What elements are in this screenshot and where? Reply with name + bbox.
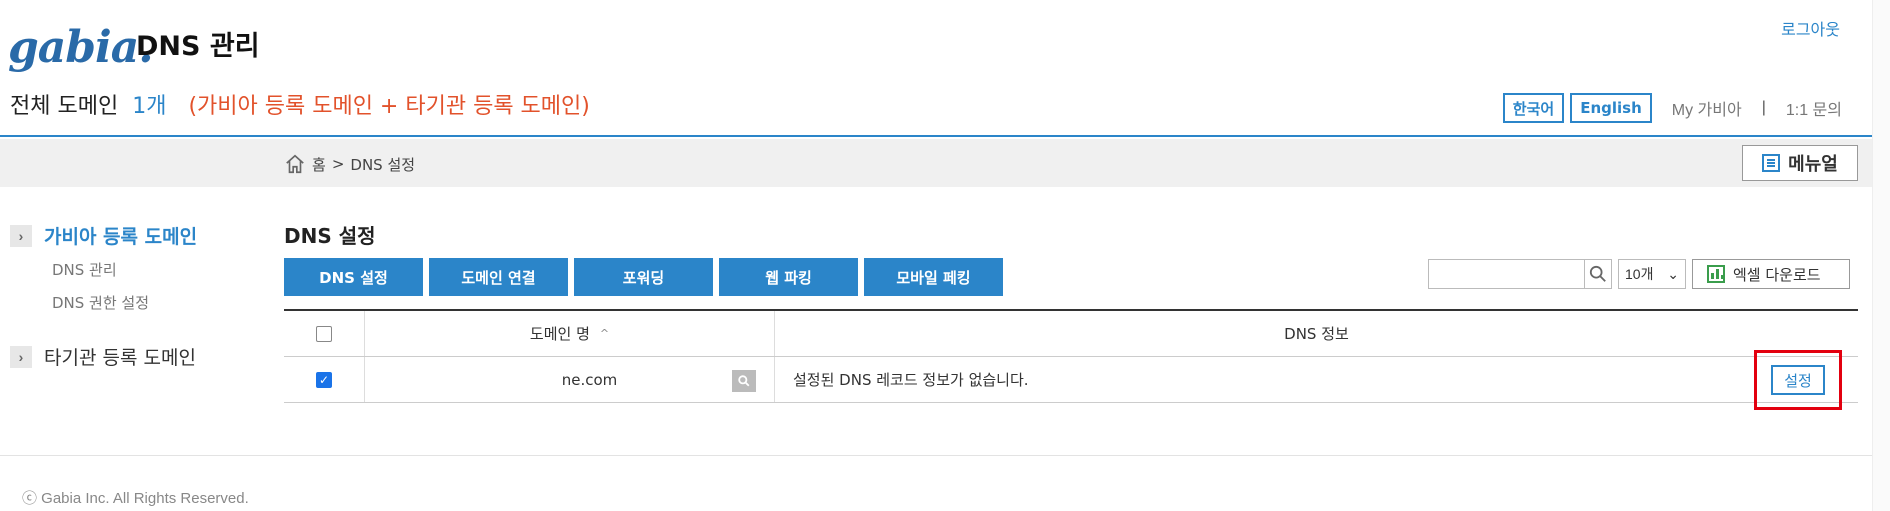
app-title: DNS 관리 [136, 31, 260, 62]
tab-web-parking[interactable]: 웹 파킹 [719, 258, 858, 296]
domain-search-button[interactable] [732, 370, 756, 392]
search-icon [738, 375, 750, 387]
breadcrumb: 홈 > DNS 설정 [284, 153, 415, 175]
table-header-row: 도메인 명 ^ DNS 정보 [284, 311, 1858, 357]
header-info-label: DNS 정보 [1284, 325, 1349, 343]
excel-download-label: 엑셀 다운로드 [1733, 265, 1821, 284]
page-size-value: 10개 [1625, 266, 1654, 282]
highlight-box: 설정 [1754, 350, 1842, 410]
nav-separator: | [1761, 99, 1766, 116]
tab-forwarding[interactable]: 포워딩 [574, 258, 713, 296]
header: gabia. DNS 관리 로그아웃 전체 도메인 1개 (가비아 등록 도메인… [0, 0, 1872, 137]
row-domain-cell: ne.com [365, 357, 775, 402]
domain-name[interactable]: ne.com [562, 371, 618, 389]
excel-icon [1707, 265, 1725, 283]
search-icon [1589, 265, 1606, 282]
chevron-right-icon: › [10, 224, 32, 247]
top-utility-nav: 한국어 English My 가비아 | 1:1 문의 [1502, 93, 1842, 123]
tab-domain-connect[interactable]: 도메인 연결 [429, 258, 568, 296]
domain-summary: 전체 도메인 1개 (가비아 등록 도메인 + 타기관 등록 도메인) [10, 88, 590, 120]
gabia-logo[interactable]: gabia. [8, 20, 154, 73]
sort-asc-icon: ^ [599, 327, 610, 340]
sidebar-item-dns-permission[interactable]: DNS 권한 설정 [52, 292, 250, 313]
breadcrumb-home[interactable]: 홈 [312, 154, 326, 175]
search-input[interactable] [1428, 259, 1584, 289]
page-title: DNS 설정 [284, 224, 376, 248]
logo-text: gabia. [8, 22, 154, 73]
domain-table: 도메인 명 ^ DNS 정보 ✓ ne.com 설정된 DNS 레코드 정보가 … [284, 309, 1858, 410]
breadcrumb-bar: 홈 > DNS 설정 메뉴얼 [0, 139, 1872, 187]
inquiry-link[interactable]: 1:1 문의 [1786, 96, 1842, 120]
summary-count: 1개 [132, 94, 167, 119]
excel-download-button[interactable]: 엑셀 다운로드 [1692, 259, 1850, 289]
page-size-select[interactable]: 10개 ⌄ [1618, 259, 1686, 289]
action-tabs: DNS 설정 도메인 연결 포워딩 웹 파킹 모바일 페킹 [284, 258, 1003, 296]
list-icon [1762, 154, 1781, 172]
sidebar-item-dns-manage[interactable]: DNS 관리 [52, 259, 250, 280]
summary-desc: (가비아 등록 도메인 + 타기관 등록 도메인) [188, 94, 590, 119]
sidebar-group-label: 타기관 등록 도메인 [44, 347, 196, 369]
home-icon[interactable] [284, 153, 306, 175]
manual-label: 메뉴얼 [1788, 154, 1838, 175]
page-scrollbar[interactable] [1872, 0, 1890, 511]
row-info-cell: 설정된 DNS 레코드 정보가 없습니다. 설정 [775, 350, 1858, 410]
dns-info-text: 설정된 DNS 레코드 정보가 없습니다. [793, 371, 1029, 389]
logout-link[interactable]: 로그아웃 [1781, 16, 1840, 40]
table-row: ✓ ne.com 설정된 DNS 레코드 정보가 없습니다. 설정 [284, 350, 1858, 410]
header-check-cell [284, 311, 365, 356]
breadcrumb-separator: > [331, 155, 345, 173]
sidebar-group-other[interactable]: › 타기관 등록 도메인 [10, 343, 250, 370]
my-gabia-link[interactable]: My 가비아 [1672, 96, 1742, 120]
lang-korean-button[interactable]: 한국어 [1502, 93, 1565, 123]
chevron-down-icon: ⌄ [1667, 265, 1679, 282]
table-tools: 10개 ⌄ 엑셀 다운로드 [1428, 259, 1850, 289]
header-domain-label: 도메인 명 [529, 325, 590, 343]
header-domain-cell[interactable]: 도메인 명 ^ [365, 311, 775, 356]
manual-button[interactable]: 메뉴얼 [1742, 145, 1858, 181]
row-check-cell: ✓ [284, 357, 365, 402]
sidebar-group-gabia[interactable]: › 가비아 등록 도메인 [10, 222, 250, 249]
search-button[interactable] [1584, 259, 1612, 289]
sidebar: › 가비아 등록 도메인 DNS 관리 DNS 권한 설정 › 타기관 등록 도… [10, 222, 250, 370]
dns-set-button[interactable]: 설정 [1771, 365, 1825, 395]
tab-dns-settings[interactable]: DNS 설정 [284, 258, 423, 296]
row-checkbox[interactable]: ✓ [316, 371, 332, 388]
breadcrumb-current: DNS 설정 [350, 155, 416, 174]
footer-copyright: ⓒ Gabia Inc. All Rights Reserved. [22, 490, 249, 507]
footer-divider [0, 455, 1872, 456]
lang-english-button[interactable]: English [1570, 93, 1652, 123]
header-info-cell: DNS 정보 [775, 311, 1858, 356]
sidebar-group-label: 가비아 등록 도메인 [44, 226, 198, 248]
select-all-checkbox[interactable] [316, 325, 332, 342]
chevron-right-icon: › [10, 345, 32, 368]
tab-mobile-parking[interactable]: 모바일 페킹 [864, 258, 1003, 296]
summary-label: 전체 도메인 [10, 94, 119, 119]
